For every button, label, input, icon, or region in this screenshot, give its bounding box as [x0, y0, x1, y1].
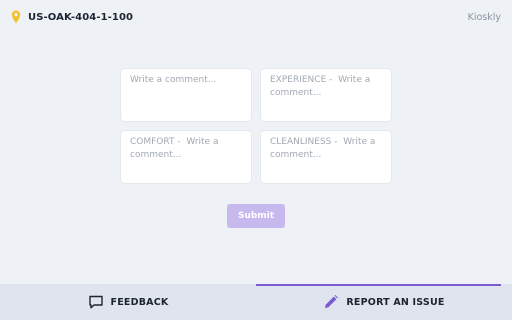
experience-comment-card	[261, 69, 391, 121]
bottom-tab-bar: FEEDBACK REPORT AN ISSUE	[0, 284, 512, 320]
submit-button[interactable]: Submit	[227, 204, 285, 228]
pencil-icon	[325, 295, 339, 308]
tab-report-issue-label: REPORT AN ISSUE	[346, 296, 445, 308]
cleanliness-comment-input[interactable]	[261, 131, 391, 183]
tab-feedback[interactable]: FEEDBACK	[0, 284, 256, 320]
location-pin-icon	[11, 10, 21, 24]
brand-name: Kioskly	[467, 12, 501, 23]
device-id: US-OAK-404-1-100	[28, 11, 134, 23]
comfort-comment-card	[121, 131, 251, 183]
general-comment-card	[121, 69, 251, 121]
comfort-comment-input[interactable]	[121, 131, 251, 183]
app-header: US-OAK-404-1-100 Kioskly	[0, 0, 512, 36]
general-comment-input[interactable]	[121, 69, 251, 121]
experience-comment-input[interactable]	[261, 69, 391, 121]
device-location: US-OAK-404-1-100	[11, 10, 133, 24]
tab-report-issue[interactable]: REPORT AN ISSUE	[256, 284, 512, 320]
tab-feedback-label: FEEDBACK	[110, 296, 169, 308]
cleanliness-comment-card	[261, 131, 391, 183]
message-icon	[88, 295, 103, 309]
